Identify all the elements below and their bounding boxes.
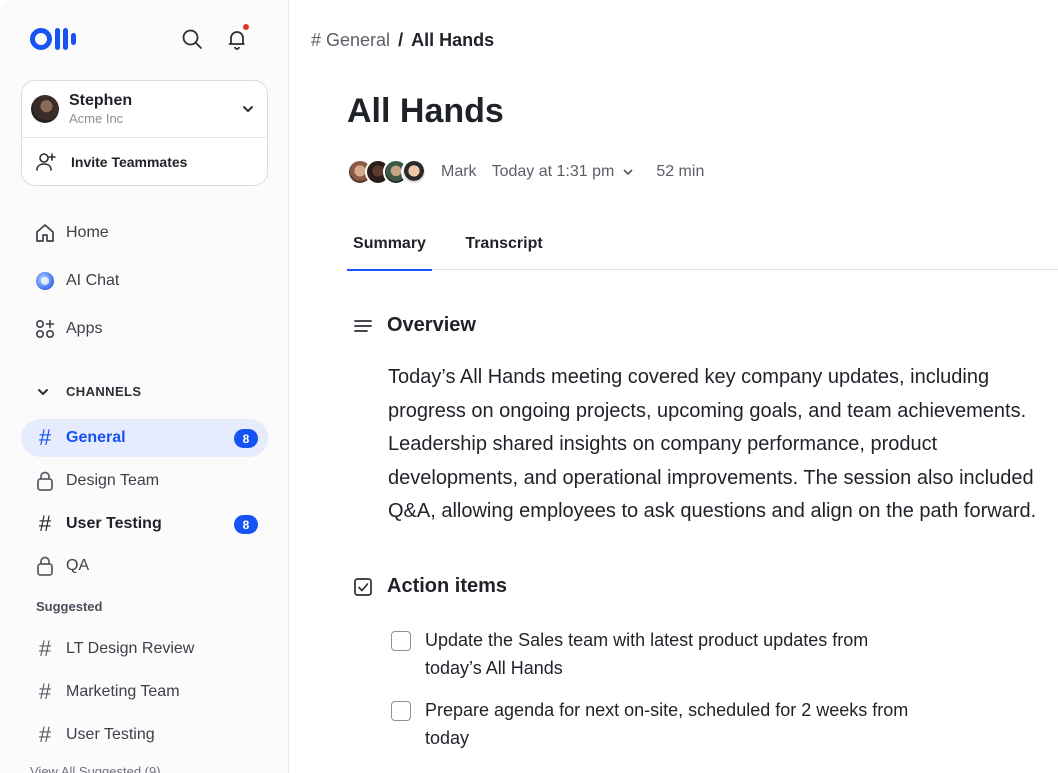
meeting-time-dropdown[interactable]: Today at 1:31 pm: [492, 163, 635, 181]
logo-circle: [30, 28, 52, 50]
channel-label: QA: [66, 557, 90, 574]
overview-line: progress on ongoing projects, upcoming g…: [388, 399, 1027, 422]
account-name: Stephen: [69, 92, 133, 109]
home-icon: [34, 222, 56, 244]
channels-section-toggle[interactable]: CHANNELS: [36, 384, 141, 399]
meeting-meta: Mark Today at 1:31 pm 52 min: [347, 156, 704, 187]
chevron-down-icon: [243, 106, 253, 112]
suggested-channel-lt-design-review[interactable]: # LT Design Review: [21, 630, 268, 668]
nav-label: Home: [66, 224, 109, 241]
unread-badge: 8: [234, 515, 258, 534]
hash-icon: #: [38, 679, 52, 704]
unread-badge: 8: [234, 429, 258, 448]
invite-teammates-button[interactable]: Invite Teammates: [22, 138, 267, 185]
nav-item-home[interactable]: Home: [21, 214, 268, 252]
page-title: All Hands: [347, 92, 504, 130]
overview-line: Leadership shared insights on company pe…: [388, 433, 938, 455]
action-item-line: Update the Sales team with latest produc…: [425, 630, 869, 650]
action-item-line: Prepare agenda for next on-site, schedul…: [425, 700, 909, 720]
lock-icon: [34, 555, 56, 577]
notification-dot: [243, 24, 249, 30]
nav-item-ai-chat[interactable]: AI Chat: [21, 262, 268, 300]
avatar: [31, 95, 59, 123]
action-item-checkbox[interactable]: [391, 631, 411, 651]
avatar: [401, 158, 427, 185]
overview-line: Today’s All Hands meeting covered key co…: [388, 366, 990, 388]
invite-label: Invite Teammates: [71, 153, 188, 170]
channel-user-testing[interactable]: # User Testing 8: [21, 505, 268, 543]
channel-design-team[interactable]: Design Team: [21, 462, 268, 500]
logo-bar: [71, 33, 76, 45]
action-item-line: today: [425, 728, 470, 748]
channel-label: User Testing: [66, 515, 162, 532]
chevron-down-icon: [38, 388, 48, 395]
ai-chat-icon: [34, 270, 56, 292]
channel-label: Marketing Team: [66, 683, 180, 700]
notifications-button[interactable]: [224, 24, 250, 52]
hash-icon: #: [38, 636, 52, 661]
action-item: Prepare agenda for next on-site, schedul…: [391, 700, 991, 752]
channel-label: General: [66, 429, 126, 446]
lines-icon: [354, 319, 372, 332]
channel-label: LT Design Review: [66, 640, 195, 657]
breadcrumb: # General / All Hands: [311, 30, 494, 51]
meeting-duration: 52 min: [656, 162, 705, 180]
action-items-title: Action items: [387, 575, 508, 597]
apps-icon: [34, 318, 56, 340]
account-switcher[interactable]: Stephen Acme Inc: [22, 81, 267, 138]
tab-summary[interactable]: Summary: [347, 218, 432, 271]
account-text: Stephen Acme Inc: [69, 91, 241, 127]
logo-bar: [55, 28, 60, 50]
suggested-header: Suggested: [36, 599, 103, 614]
add-user-icon: [36, 152, 56, 171]
action-item-text: Prepare agenda for next on-site, schedul…: [425, 696, 908, 752]
tab-transcript[interactable]: Transcript: [457, 218, 551, 270]
checkbox-checked-icon: [354, 577, 372, 596]
chevron-down-icon: [623, 169, 633, 175]
overview-title: Overview: [387, 314, 476, 336]
action-item-text: Update the Sales team with latest produc…: [425, 626, 868, 682]
action-items-heading: Action items: [353, 575, 507, 598]
breadcrumb-current: All Hands: [411, 30, 495, 50]
suggested-channel-user-testing[interactable]: # User Testing: [21, 716, 268, 754]
tab-bar: Summary Transcript: [347, 218, 1058, 271]
meeting-owner: Mark: [441, 162, 477, 180]
view-all-suggested-link[interactable]: View All Suggested (9): [30, 764, 161, 773]
nav-item-apps[interactable]: Apps: [21, 310, 268, 348]
channel-general[interactable]: # General 8: [21, 419, 268, 457]
channel-qa[interactable]: QA: [21, 547, 268, 585]
search-button[interactable]: [179, 26, 205, 52]
breadcrumb-separator: /: [398, 30, 404, 50]
overview-line: Q&A, allowing employees to ask questions…: [388, 500, 1037, 522]
action-item: Update the Sales team with latest produc…: [391, 630, 991, 682]
account-card: Stephen Acme Inc Invite Teammates: [21, 80, 268, 186]
otter-logo[interactable]: [30, 28, 76, 50]
action-item-checkbox[interactable]: [391, 701, 411, 721]
nav-label: AI Chat: [66, 272, 120, 289]
channel-label: User Testing: [66, 726, 155, 743]
nav-label: Apps: [66, 320, 103, 337]
search-icon: [182, 29, 202, 49]
action-item-line: today’s All Hands: [425, 658, 563, 678]
bell-icon: [228, 31, 245, 50]
lock-icon: [34, 470, 56, 492]
meeting-time: Today at 1:31 pm: [491, 162, 615, 180]
account-org: Acme Inc: [69, 111, 124, 126]
hash-icon: #: [38, 722, 52, 747]
hash-icon: #: [38, 425, 52, 450]
suggested-channel-marketing-team[interactable]: # Marketing Team: [21, 673, 268, 711]
overview-line: developments, and operational improvemen…: [388, 466, 1034, 489]
overview-text: Today’s All Hands meeting covered key co…: [388, 361, 1058, 529]
logo-bar: [63, 28, 68, 50]
channel-label: Design Team: [66, 472, 160, 489]
overview-heading: Overview: [353, 314, 476, 337]
sidebar: Stephen Acme Inc Invite Teammates Home A…: [0, 0, 289, 773]
participant-avatars[interactable]: [347, 158, 427, 185]
breadcrumb-channel[interactable]: # General: [311, 30, 390, 51]
hash-icon: #: [38, 511, 52, 536]
channels-header: CHANNELS: [66, 384, 142, 399]
